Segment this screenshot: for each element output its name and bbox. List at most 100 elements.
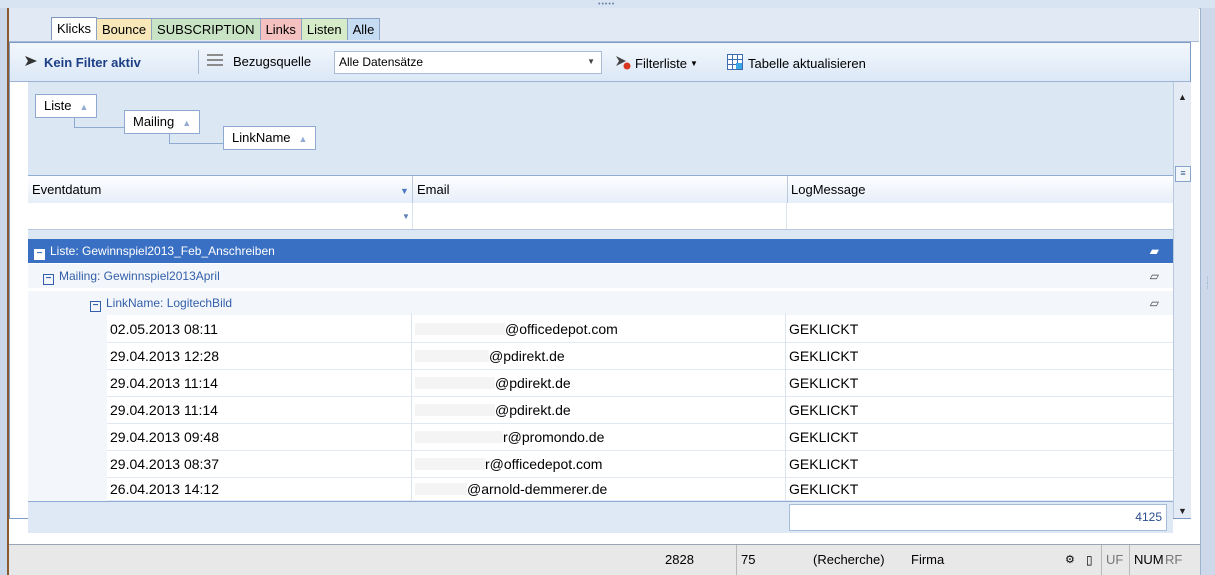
- filter-status-label: Kein Filter aktiv: [44, 55, 141, 70]
- group-row-liste[interactable]: − Liste: Gewinnspiel2013_Feb_Anschreiben …: [28, 239, 1173, 263]
- group-row-mailing[interactable]: − Mailing: Gewinnspiel2013April ▱: [28, 264, 1173, 288]
- cell-email: @officedepot.com: [415, 316, 785, 342]
- cell-logmessage: GEKLICKT: [789, 375, 859, 391]
- tab-bar: Klicks Bounce SUBSCRIPTION Links Listen …: [9, 8, 1199, 42]
- filter-cell-logmessage[interactable]: [787, 203, 1171, 229]
- cell-eventdatum: 26.04.2013 14:12: [110, 481, 219, 497]
- chevron-down-icon: ▼: [587, 57, 595, 66]
- redacted-text: [415, 483, 467, 495]
- group-chip-linkname[interactable]: LinkName ▲: [223, 126, 317, 150]
- table-row[interactable]: 29.04.2013 11:14 @pdirekt.de GEKLICKT: [107, 370, 1173, 397]
- filter-funnel-icon: [24, 54, 38, 71]
- status-num: NUM: [1129, 545, 1164, 575]
- record-stack-icon: ▰: [1149, 244, 1159, 258]
- column-header-row: Eventdatum ▼ Email LogMessage: [28, 175, 1173, 204]
- group-row-linkname[interactable]: − LinkName: LogitechBild ▱: [28, 291, 1173, 315]
- source-label: Bezugsquelle: [233, 54, 312, 69]
- vertical-scrollbar[interactable]: ▲ ≡ ▼: [1173, 82, 1191, 518]
- resize-grip-icon[interactable]: •••••: [598, 1, 615, 8]
- group-chip-label: Mailing: [133, 114, 175, 129]
- group-connector: [169, 133, 224, 144]
- group-row-label: Mailing: Gewinnspiel2013April: [59, 269, 220, 283]
- cell-email: @pdirekt.de: [415, 370, 785, 396]
- table-row[interactable]: 29.04.2013 09:48 r@promondo.de GEKLICKT: [107, 424, 1173, 451]
- chevron-down-icon[interactable]: ▼: [402, 212, 410, 221]
- left-window-border: [0, 8, 9, 575]
- source-select[interactable]: Alle Datensätze ▼: [334, 51, 602, 74]
- status-field-1: 2828: [665, 552, 694, 567]
- column-header-logmessage[interactable]: LogMessage: [787, 176, 1171, 203]
- table-row[interactable]: 29.04.2013 12:28 @pdirekt.de GEKLICKT: [107, 343, 1173, 370]
- cell-eventdatum: 29.04.2013 09:48: [110, 429, 219, 445]
- summary-footer: 4125: [28, 501, 1173, 533]
- tab-klicks[interactable]: Klicks: [51, 17, 97, 40]
- group-chip-label: Liste: [44, 98, 72, 113]
- tab-subscription[interactable]: SUBSCRIPTION: [151, 18, 261, 40]
- tab-bounce[interactable]: Bounce: [95, 18, 153, 40]
- cell-logmessage: GEKLICKT: [789, 402, 859, 418]
- column-filter-icon[interactable]: ▼: [400, 178, 409, 205]
- redacted-text: [415, 431, 503, 443]
- cell-email: r@officedepot.com: [415, 451, 785, 477]
- redacted-text: [415, 323, 505, 335]
- cell-eventdatum: 02.05.2013 08:11: [110, 321, 218, 337]
- filterlist-button[interactable]: Filterliste ▼: [615, 54, 698, 73]
- cell-logmessage: GEKLICKT: [789, 481, 859, 497]
- cell-logmessage: GEKLICKT: [789, 429, 859, 445]
- column-divider: [785, 313, 786, 513]
- refresh-table-label: Tabelle aktualisieren: [748, 56, 866, 71]
- column-header-label: Email: [417, 182, 450, 197]
- sort-ascending-icon: ▲: [298, 134, 308, 144]
- filter-row: ▼: [28, 203, 1173, 230]
- tab-links[interactable]: Links: [259, 18, 302, 40]
- column-header-email[interactable]: Email: [413, 176, 788, 203]
- toolbar: Kein Filter aktiv Bezugsquelle Alle Date…: [10, 43, 1190, 82]
- redacted-text: [415, 404, 495, 416]
- redacted-text: [415, 377, 495, 389]
- table-row[interactable]: 02.05.2013 08:11 @officedepot.com GEKLIC…: [107, 316, 1173, 343]
- source-select-value: Alle Datensätze: [339, 55, 424, 69]
- cell-logmessage: GEKLICKT: [789, 321, 859, 337]
- table-row[interactable]: 26.04.2013 14:12 @arnold-demmerer.de GEK…: [107, 478, 1173, 501]
- collapse-icon[interactable]: −: [43, 274, 54, 285]
- cell-eventdatum: 29.04.2013 11:14: [110, 402, 218, 418]
- list-lines-icon: [207, 54, 223, 69]
- collapse-icon[interactable]: −: [34, 249, 45, 260]
- splitter-grip-icon[interactable]: ⋮ ⋮: [1204, 277, 1211, 290]
- sort-ascending-icon: ▲: [79, 102, 89, 112]
- redacted-text: [415, 350, 489, 362]
- refresh-table-button[interactable]: Tabelle aktualisieren: [727, 54, 866, 73]
- group-chip-liste[interactable]: Liste ▲: [35, 94, 98, 118]
- cell-email: @arnold-demmerer.de: [415, 478, 785, 500]
- column-header-label: LogMessage: [791, 182, 866, 197]
- redacted-text: [415, 458, 485, 470]
- tab-alle[interactable]: Alle: [346, 18, 381, 40]
- toolbar-separator: [198, 50, 199, 74]
- collapse-icon[interactable]: −: [90, 301, 101, 312]
- group-connector: [74, 117, 125, 128]
- filter-list-icon: [615, 54, 631, 73]
- dropdown-arrow-icon: ▼: [690, 59, 698, 68]
- status-field-context: Firma: [911, 552, 945, 567]
- status-bar: 2828 75 (Recherche) Firma ⚙ ▯ UF NUM RF: [9, 544, 1200, 575]
- filter-status-button[interactable]: Kein Filter aktiv: [24, 54, 141, 71]
- column-divider: [411, 313, 412, 513]
- record-stack-icon: ▱: [1149, 296, 1159, 310]
- tab-listen[interactable]: Listen: [300, 18, 348, 40]
- table-row[interactable]: 29.04.2013 11:14 @pdirekt.de GEKLICKT: [107, 397, 1173, 424]
- filter-cell-email[interactable]: [413, 203, 787, 229]
- cell-logmessage: GEKLICKT: [789, 348, 859, 364]
- sort-ascending-icon: ▲: [182, 118, 192, 128]
- column-header-eventdatum[interactable]: Eventdatum ▼: [28, 176, 413, 203]
- group-row-label: Liste: Gewinnspiel2013_Feb_Anschreiben: [50, 244, 275, 258]
- status-field-2: 75: [736, 545, 791, 575]
- scroll-up-icon[interactable]: ▲: [1178, 92, 1187, 102]
- group-chip-mailing[interactable]: Mailing ▲: [124, 110, 201, 134]
- table-row[interactable]: 29.04.2013 08:37 r@officedepot.com GEKLI…: [107, 451, 1173, 478]
- status-rf: RF: [1165, 552, 1183, 567]
- cell-logmessage: GEKLICKT: [789, 456, 859, 472]
- scroll-thumb[interactable]: ≡: [1175, 166, 1191, 182]
- filter-cell-eventdatum[interactable]: ▼: [28, 203, 413, 229]
- tab-list: Klicks Bounce SUBSCRIPTION Links Listen …: [51, 17, 381, 40]
- scroll-down-icon[interactable]: ▼: [1178, 506, 1187, 516]
